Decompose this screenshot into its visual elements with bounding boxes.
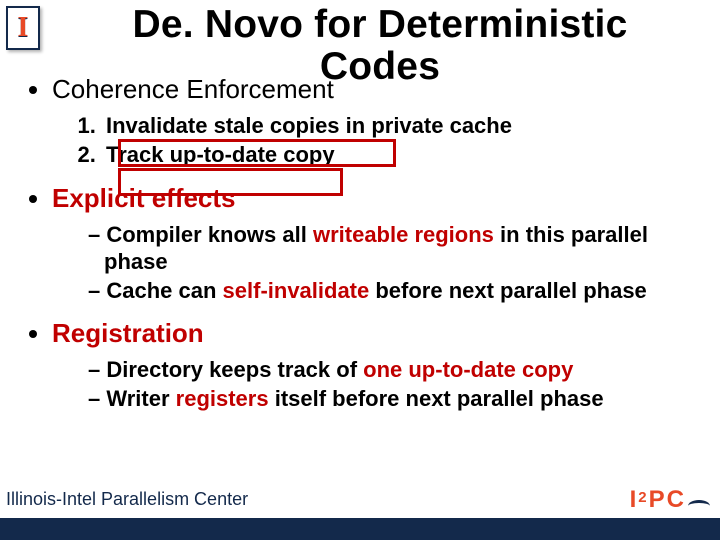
effects-head: Explicit effects: [52, 183, 236, 213]
reg-1-em: one up-to-date copy: [363, 357, 573, 382]
effects-item-2: Cache can self-invalidate before next pa…: [88, 277, 692, 304]
logo-illinois: I: [6, 6, 40, 50]
footer-bar: [0, 518, 720, 540]
effects-dashlist: Compiler knows all writeable regions in …: [88, 221, 692, 305]
coherence-item-2: Track up-to-date copy: [102, 140, 692, 169]
i2pc-c: C: [667, 486, 684, 514]
effects-1-em: writeable regions: [313, 222, 494, 247]
effects-2-pre: Cache can: [106, 278, 222, 303]
effects-2-em: self-invalidate: [223, 278, 370, 303]
slide: I De. Novo for Deterministic Codes Coher…: [0, 0, 720, 540]
bullet-effects: Explicit effects Compiler knows all writ…: [52, 183, 692, 304]
i2pc-i: I: [630, 486, 637, 514]
registration-head: Registration: [52, 318, 204, 348]
effects-1-pre: Compiler knows all: [106, 222, 313, 247]
effects-item-1: Compiler knows all writeable regions in …: [88, 221, 692, 276]
registration-dashlist: Directory keeps track of one up-to-date …: [88, 356, 692, 413]
coherence-item-1: Invalidate stale copies in private cache: [102, 111, 692, 140]
footer-text: Illinois-Intel Parallelism Center: [6, 489, 248, 510]
reg-2-post: itself before next parallel phase: [269, 386, 604, 411]
logo-i2pc: I2PC: [630, 486, 710, 514]
bullet-registration: Registration Directory keeps track of on…: [52, 318, 692, 412]
bullet-coherence: Coherence Enforcement Invalidate stale c…: [52, 74, 692, 169]
illinois-i-glyph: I: [18, 14, 29, 42]
registration-item-1: Directory keeps track of one up-to-date …: [88, 356, 692, 383]
i2pc-2: 2: [638, 489, 646, 506]
i2pc-p: P: [649, 486, 665, 514]
reg-1-pre: Directory keeps track of: [106, 357, 363, 382]
reg-2-em: registers: [176, 386, 269, 411]
registration-item-2: Writer registers itself before next para…: [88, 385, 692, 412]
effects-2-post: before next parallel phase: [369, 278, 647, 303]
bullet-list: Coherence Enforcement Invalidate stale c…: [52, 74, 692, 412]
swoosh-icon: [688, 500, 710, 512]
reg-2-pre: Writer: [106, 386, 175, 411]
coherence-head: Coherence Enforcement: [52, 74, 334, 104]
coherence-numlist: Invalidate stale copies in private cache…: [102, 111, 692, 169]
